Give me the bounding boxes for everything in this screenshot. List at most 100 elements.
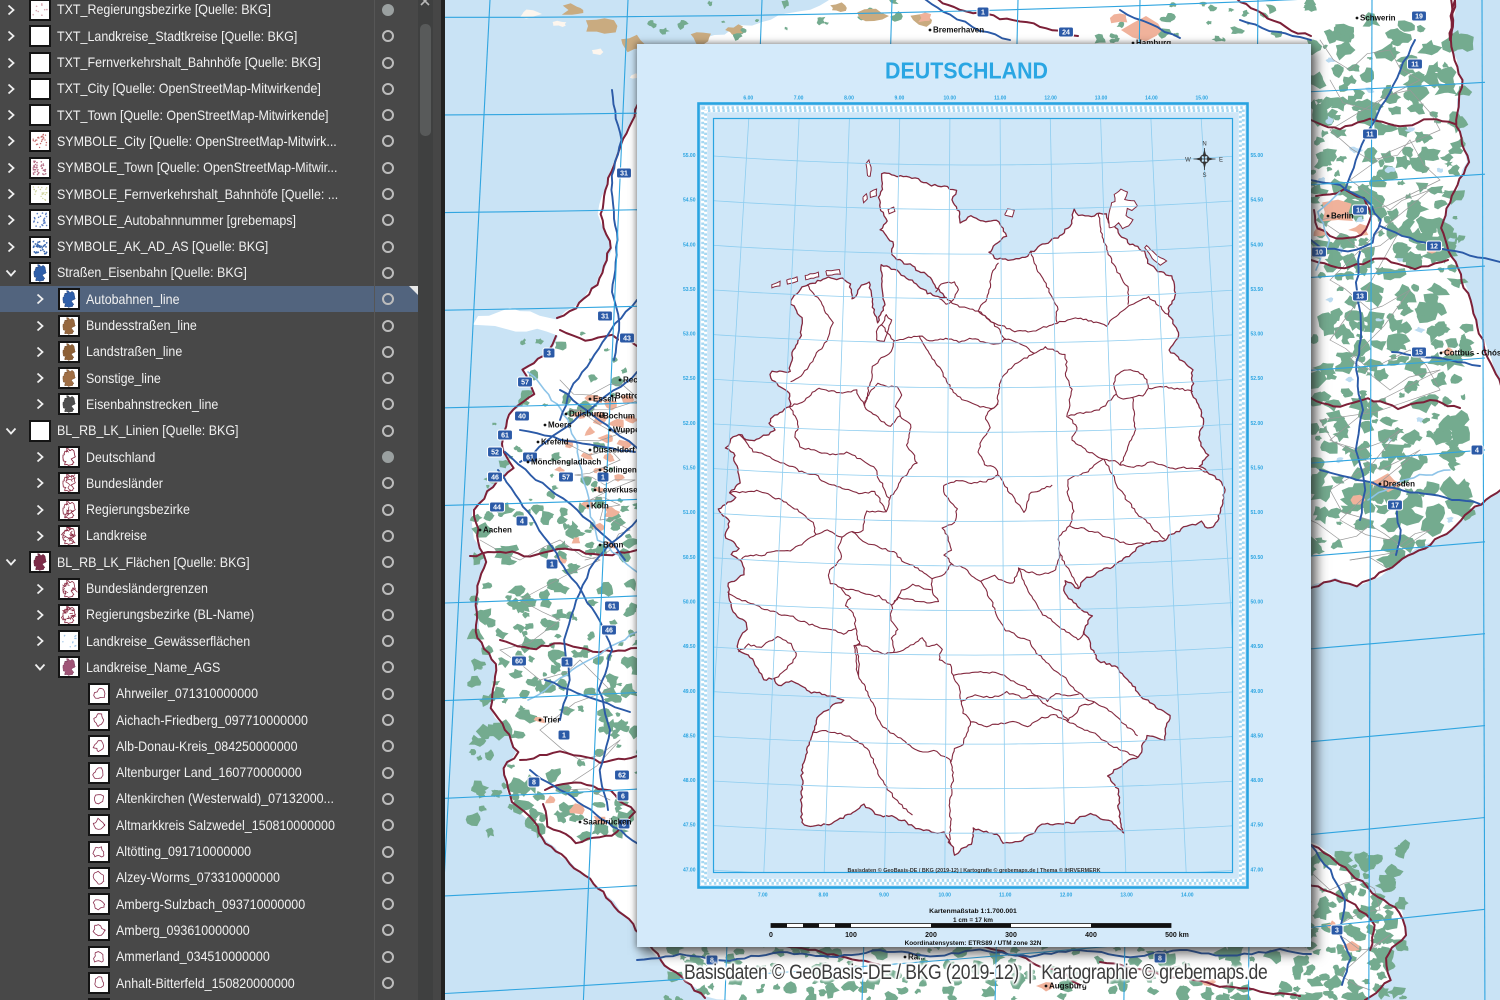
svg-text:52.00: 52.00 bbox=[1251, 421, 1264, 427]
svg-text:14.00: 14.00 bbox=[1145, 96, 1158, 102]
svg-text:52.00: 52.00 bbox=[683, 421, 696, 427]
svg-text:43: 43 bbox=[623, 336, 631, 343]
svg-text:1: 1 bbox=[550, 562, 554, 569]
svg-text:53.50: 53.50 bbox=[683, 287, 696, 293]
svg-text:48.50: 48.50 bbox=[1251, 733, 1264, 739]
svg-text:Trier: Trier bbox=[543, 716, 560, 725]
svg-text:31: 31 bbox=[620, 171, 628, 178]
svg-text:Düsseldorf: Düsseldorf bbox=[593, 446, 635, 455]
svg-text:15.00: 15.00 bbox=[1195, 96, 1208, 102]
svg-text:15: 15 bbox=[1415, 350, 1423, 357]
svg-text:47.50: 47.50 bbox=[1251, 823, 1264, 829]
svg-text:Schwerin: Schwerin bbox=[1360, 14, 1396, 23]
svg-text:8.00: 8.00 bbox=[819, 893, 829, 899]
svg-text:51.00: 51.00 bbox=[683, 510, 696, 516]
svg-text:Duisburg: Duisburg bbox=[569, 410, 604, 419]
svg-text:6.00: 6.00 bbox=[743, 96, 753, 102]
svg-text:52.50: 52.50 bbox=[1251, 376, 1264, 382]
svg-text:3: 3 bbox=[1335, 928, 1339, 935]
svg-text:52.50: 52.50 bbox=[683, 376, 696, 382]
svg-text:4: 4 bbox=[1475, 448, 1479, 455]
svg-text:10.00: 10.00 bbox=[938, 893, 951, 899]
svg-text:57: 57 bbox=[562, 475, 570, 482]
svg-text:7.00: 7.00 bbox=[758, 893, 768, 899]
svg-text:52: 52 bbox=[491, 450, 499, 457]
svg-text:51.00: 51.00 bbox=[1251, 510, 1264, 516]
svg-text:46: 46 bbox=[605, 628, 613, 635]
svg-text:1: 1 bbox=[601, 475, 605, 482]
svg-text:50.00: 50.00 bbox=[683, 600, 696, 606]
svg-text:300: 300 bbox=[1005, 932, 1017, 939]
svg-text:48.00: 48.00 bbox=[1251, 778, 1264, 784]
svg-text:6: 6 bbox=[621, 794, 625, 801]
svg-text:DEUTSCHLAND: DEUTSCHLAND bbox=[885, 58, 1048, 84]
svg-text:12.00: 12.00 bbox=[1044, 96, 1057, 102]
svg-text:3: 3 bbox=[547, 351, 551, 358]
svg-text:17: 17 bbox=[1391, 503, 1399, 510]
svg-text:13.00: 13.00 bbox=[1095, 96, 1108, 102]
svg-text:50.50: 50.50 bbox=[1251, 555, 1264, 561]
svg-text:Dresden: Dresden bbox=[1383, 480, 1415, 489]
svg-text:Bremerhaven: Bremerhaven bbox=[933, 26, 984, 35]
svg-text:13: 13 bbox=[1356, 294, 1364, 301]
svg-text:Mönchengladbach: Mönchengladbach bbox=[531, 458, 601, 467]
svg-text:55.00: 55.00 bbox=[683, 153, 696, 159]
svg-text:400: 400 bbox=[1085, 932, 1097, 939]
svg-text:49.00: 49.00 bbox=[1251, 689, 1264, 695]
svg-text:11: 11 bbox=[1366, 132, 1374, 139]
svg-text:48.00: 48.00 bbox=[683, 778, 696, 784]
svg-text:48.50: 48.50 bbox=[683, 733, 696, 739]
svg-text:49.00: 49.00 bbox=[683, 689, 696, 695]
svg-text:11: 11 bbox=[1411, 62, 1419, 69]
svg-text:Bonn: Bonn bbox=[603, 541, 624, 550]
svg-text:12.00: 12.00 bbox=[1060, 893, 1073, 899]
svg-text:Solingen: Solingen bbox=[603, 466, 637, 475]
svg-text:N: N bbox=[1202, 142, 1206, 148]
svg-text:47.50: 47.50 bbox=[683, 823, 696, 829]
svg-text:Cottbus - Chósebuz: Cottbus - Chósebuz bbox=[1444, 349, 1500, 358]
svg-text:10: 10 bbox=[1315, 250, 1323, 257]
svg-text:54.50: 54.50 bbox=[683, 198, 696, 204]
svg-text:61: 61 bbox=[608, 604, 616, 611]
svg-text:1 cm = 17 km: 1 cm = 17 km bbox=[953, 917, 993, 924]
svg-text:Basisdaten © GeoBasis-DE / BKG: Basisdaten © GeoBasis-DE / BKG (2019-12)… bbox=[848, 867, 1101, 874]
svg-text:13.00: 13.00 bbox=[1120, 893, 1133, 899]
svg-text:9.00: 9.00 bbox=[879, 893, 889, 899]
svg-text:8.00: 8.00 bbox=[844, 96, 854, 102]
svg-text:54.00: 54.00 bbox=[683, 242, 696, 248]
svg-text:54.50: 54.50 bbox=[1251, 198, 1264, 204]
svg-text:7.00: 7.00 bbox=[794, 96, 804, 102]
svg-text:24: 24 bbox=[1062, 30, 1070, 37]
svg-text:50.00: 50.00 bbox=[1251, 600, 1264, 606]
svg-text:47.00: 47.00 bbox=[1251, 867, 1264, 873]
svg-text:11.00: 11.00 bbox=[994, 96, 1006, 102]
svg-text:1: 1 bbox=[565, 660, 569, 667]
svg-text:Köln: Köln bbox=[591, 502, 609, 511]
svg-text:62: 62 bbox=[618, 773, 626, 780]
svg-text:Aachen: Aachen bbox=[483, 526, 512, 535]
svg-text:Moers: Moers bbox=[548, 421, 572, 430]
svg-text:Leverkusen: Leverkusen bbox=[598, 486, 643, 495]
svg-text:1: 1 bbox=[562, 733, 566, 740]
svg-text:E: E bbox=[1219, 157, 1223, 163]
svg-text:53.00: 53.00 bbox=[683, 332, 696, 338]
svg-text:8: 8 bbox=[532, 780, 536, 787]
svg-text:Koordinatensystem: ETRS89 / UT: Koordinatensystem: ETRS89 / UTM zone 32N bbox=[905, 940, 1042, 947]
svg-text:47.00: 47.00 bbox=[683, 867, 696, 873]
svg-text:200: 200 bbox=[925, 932, 937, 939]
svg-text:11.00: 11.00 bbox=[999, 893, 1011, 899]
svg-text:44: 44 bbox=[493, 505, 501, 512]
svg-text:W: W bbox=[1185, 157, 1191, 163]
svg-text:55.00: 55.00 bbox=[1251, 153, 1264, 159]
svg-text:4: 4 bbox=[520, 519, 524, 526]
svg-text:40: 40 bbox=[518, 414, 526, 421]
svg-text:Saarbrücken: Saarbrücken bbox=[583, 818, 632, 827]
svg-text:10: 10 bbox=[1356, 208, 1364, 215]
svg-text:53.50: 53.50 bbox=[1251, 287, 1264, 293]
svg-text:49.50: 49.50 bbox=[1251, 644, 1264, 650]
svg-text:19: 19 bbox=[1415, 14, 1423, 21]
svg-text:10.00: 10.00 bbox=[944, 96, 957, 102]
svg-text:51.50: 51.50 bbox=[683, 466, 696, 472]
svg-text:500 km: 500 km bbox=[1165, 932, 1189, 939]
svg-text:0: 0 bbox=[769, 932, 773, 939]
